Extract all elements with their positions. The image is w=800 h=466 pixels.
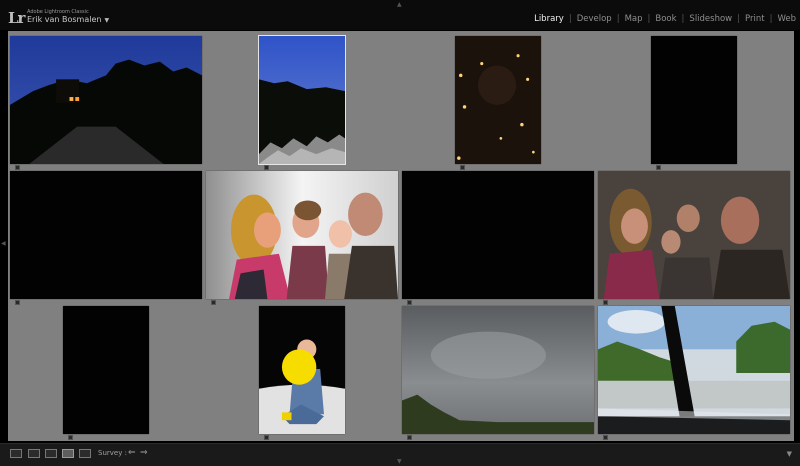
photo-thumbnail[interactable] (10, 171, 202, 299)
module-separator: | (616, 14, 620, 24)
survey-cell[interactable] (596, 301, 792, 440)
photo-thumbnail[interactable] (651, 36, 737, 164)
photo-thumbnail[interactable] (455, 36, 541, 164)
module-map[interactable]: Map (625, 14, 643, 24)
photo-thumbnail[interactable] (402, 171, 594, 299)
survey-cell[interactable] (596, 166, 792, 305)
flag-badge-icon[interactable] (264, 435, 269, 440)
photo-thumbnail[interactable] (598, 171, 790, 299)
survey-view-icon[interactable] (62, 449, 74, 458)
module-picker: Library | Develop | Map | Book | Slideshow | Print… (534, 14, 796, 24)
photo-thumbnail[interactable] (402, 306, 594, 434)
photo-thumbnail[interactable] (259, 306, 345, 434)
survey-cell[interactable] (8, 301, 204, 440)
module-separator: | (647, 14, 651, 24)
survey-cell[interactable] (204, 31, 400, 170)
people-view-icon[interactable] (79, 449, 91, 458)
flag-badge-icon[interactable] (603, 435, 608, 440)
survey-cell[interactable] (204, 301, 400, 440)
photo-thumbnail[interactable] (206, 171, 398, 299)
top-panel-toggle-icon[interactable]: ▲ (397, 1, 402, 8)
survey-cell[interactable] (204, 166, 400, 305)
grid-view-icon[interactable] (10, 449, 22, 458)
survey-cell[interactable] (596, 31, 792, 170)
photo-thumbnail[interactable] (10, 36, 202, 164)
module-web[interactable]: Web (777, 14, 796, 24)
module-separator: | (681, 14, 685, 24)
photo-thumbnail[interactable] (63, 306, 149, 434)
module-print[interactable]: Print (745, 14, 765, 24)
module-book[interactable]: Book (655, 14, 676, 24)
left-panel-toggle-icon[interactable]: ◀ (1, 240, 6, 247)
survey-cell[interactable] (400, 31, 596, 170)
module-separator: | (568, 14, 572, 24)
survey-label: Survey : (98, 449, 127, 457)
flag-badge-icon[interactable] (68, 435, 73, 440)
photo-thumbnail[interactable] (258, 35, 346, 165)
survey-cell[interactable] (8, 166, 204, 305)
identity-plate[interactable]: Erik van Bosmalen ▼ (27, 15, 109, 24)
module-separator: | (769, 14, 773, 24)
lightroom-logo: Lr (8, 9, 25, 27)
photo-grid (8, 31, 794, 441)
compare-view-icon[interactable] (45, 449, 57, 458)
module-separator: | (737, 14, 741, 24)
previous-photo-button[interactable]: ⇐ (128, 448, 136, 458)
chevron-down-icon[interactable]: ▼ (104, 17, 109, 24)
module-library[interactable]: Library (534, 14, 564, 24)
module-slideshow[interactable]: Slideshow (689, 14, 732, 24)
toolbar-menu-icon[interactable]: ▼ (787, 450, 792, 458)
survey-cell[interactable] (8, 31, 204, 170)
flag-badge-icon[interactable] (407, 435, 412, 440)
bottom-panel-toggle-icon[interactable]: ▼ (397, 458, 402, 465)
photo-thumbnail[interactable] (598, 306, 790, 434)
survey-cell[interactable] (400, 166, 596, 305)
survey-cell[interactable] (400, 301, 596, 440)
module-develop[interactable]: Develop (577, 14, 612, 24)
loupe-view-icon[interactable] (28, 449, 40, 458)
user-name: Erik van Bosmalen (27, 15, 102, 24)
next-photo-button[interactable]: ⇒ (140, 448, 148, 458)
